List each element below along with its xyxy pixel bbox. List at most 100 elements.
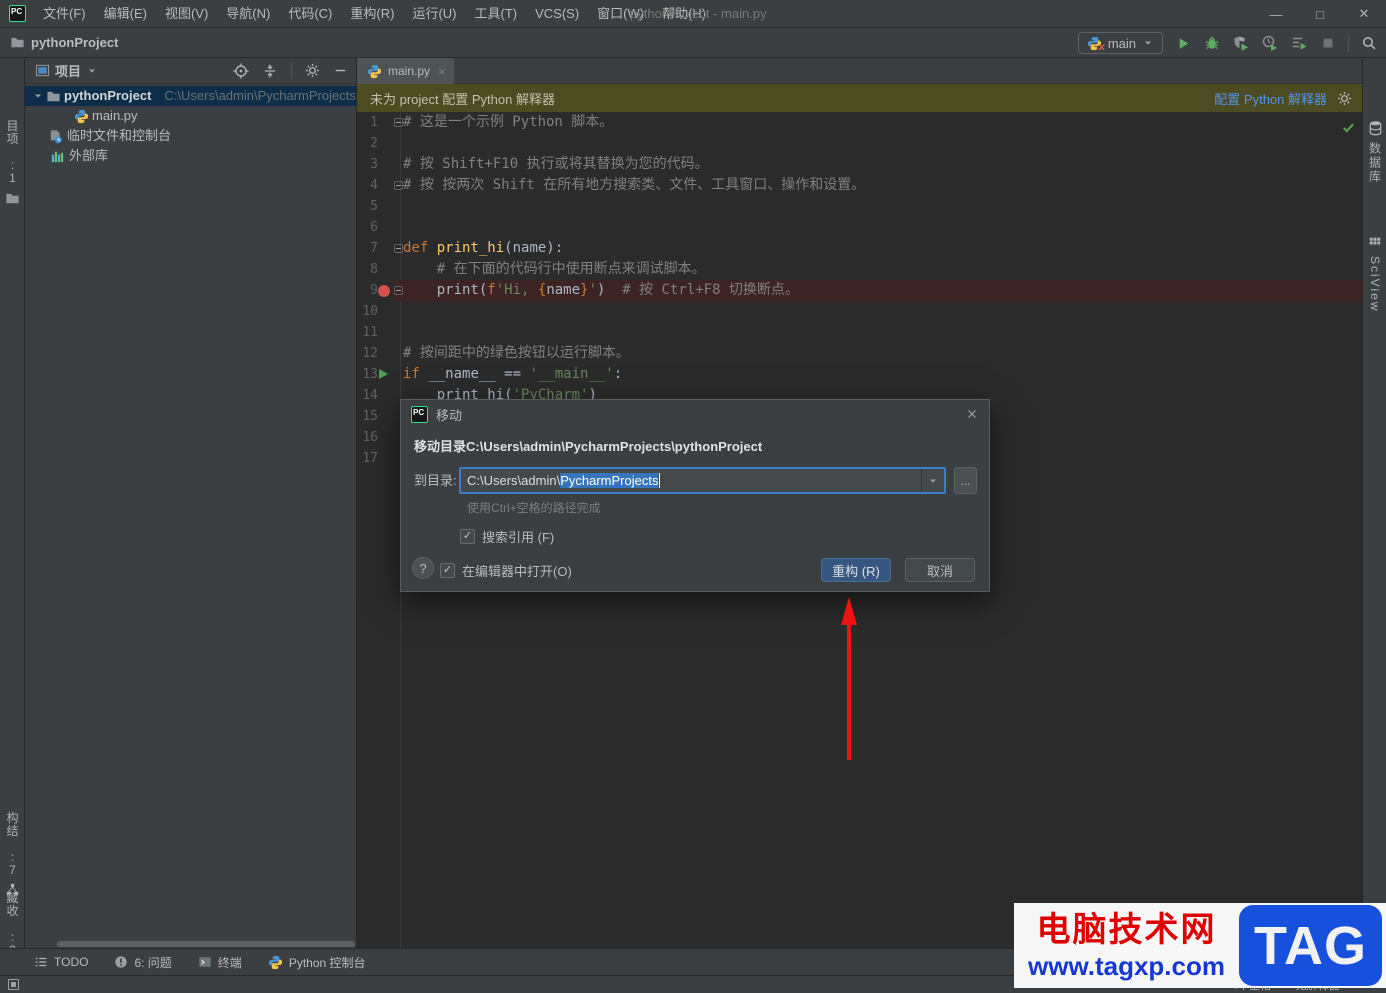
- code-text: # 这是一个示例 Python 脚本。: [403, 112, 613, 133]
- profiler-button[interactable]: [1261, 34, 1279, 52]
- fold-icon[interactable]: [394, 244, 403, 253]
- code-line-6[interactable]: 6: [357, 217, 1362, 238]
- path-selected-text: PycharmProjects: [560, 473, 658, 488]
- menu-item[interactable]: 编辑(E): [95, 0, 156, 28]
- line-number: 13: [357, 364, 378, 385]
- tree-item-label: 临时文件和控制台: [67, 126, 171, 146]
- run-configuration-select[interactable]: ✕ main: [1078, 32, 1163, 54]
- code-line-11[interactable]: 11: [357, 322, 1362, 343]
- minimize-button[interactable]: —: [1254, 0, 1298, 28]
- horizontal-scrollbar[interactable]: [57, 941, 355, 947]
- hide-panel-icon[interactable]: [333, 63, 348, 78]
- menu-item[interactable]: 文件(F): [34, 0, 95, 28]
- close-button[interactable]: ✕: [1342, 0, 1386, 28]
- header-separator: [291, 63, 292, 79]
- run-button[interactable]: [1174, 34, 1192, 52]
- code-text: # 按 按两次 Shift 在所有地方搜索类、文件、工具窗口、操作和设置。: [403, 175, 865, 196]
- chevron-down-icon[interactable]: [32, 86, 44, 106]
- tool-button-Python 控制台[interactable]: Python 控制台: [268, 954, 366, 971]
- debug-button[interactable]: [1203, 34, 1221, 52]
- gear-icon[interactable]: [305, 63, 320, 78]
- tool-button-6: 问题[interactable]: 6: 问题: [114, 954, 171, 971]
- python-icon: [74, 106, 89, 126]
- fold-icon[interactable]: [394, 286, 403, 295]
- fold-icon[interactable]: [394, 181, 403, 190]
- maximize-button[interactable]: □: [1298, 0, 1342, 28]
- code-line-12[interactable]: 12# 按间距中的绿色按钮以运行脚本。: [357, 343, 1362, 364]
- tool-button-sciview[interactable]: SciView: [1363, 236, 1386, 312]
- search-everywhere-icon[interactable]: [1360, 34, 1378, 52]
- project-tree: pythonProjectC:\Users\admin\PycharmProje…: [25, 86, 356, 166]
- combobox-dropdown-arrow[interactable]: [921, 469, 944, 492]
- toggle-stripes-icon[interactable]: [8, 979, 19, 990]
- text-caret: [659, 473, 660, 488]
- line-number: 8: [357, 259, 378, 280]
- run-line-icon[interactable]: [379, 369, 388, 379]
- menu-item[interactable]: 工具(T): [465, 0, 526, 28]
- banner-gear-icon[interactable]: [1337, 91, 1352, 106]
- dialog-close-icon[interactable]: [965, 407, 979, 421]
- code-text: def print_hi(name):: [403, 238, 563, 259]
- help-button[interactable]: ?: [412, 557, 434, 579]
- fold-icon[interactable]: [394, 118, 403, 127]
- code-line-5[interactable]: 5: [357, 196, 1362, 217]
- tool-button-label: 终端: [218, 954, 242, 971]
- tree-item-外部库[interactable]: 外部库: [25, 146, 356, 166]
- menu-item[interactable]: 视图(V): [156, 0, 217, 28]
- tool-button-终端[interactable]: 终端: [198, 954, 242, 971]
- run-with-button[interactable]: [1290, 34, 1308, 52]
- refactor-button[interactable]: 重构 (R): [821, 558, 891, 582]
- code-line-13[interactable]: 13if __name__ == '__main__':: [357, 364, 1362, 385]
- code-line-8[interactable]: 8 # 在下面的代码行中使用断点来调试脚本。: [357, 259, 1362, 280]
- collapse-all-icon[interactable]: [262, 63, 278, 79]
- search-references-checkbox[interactable]: ✓ 搜索引用 (F): [460, 527, 554, 546]
- watermark-url: www.tagxp.com: [1014, 950, 1239, 982]
- tool-button-project[interactable]: 目项 :1: [0, 120, 25, 206]
- line-number: 17: [357, 448, 378, 469]
- tree-item-main.py[interactable]: main.py: [25, 106, 356, 126]
- tree-item-label: 外部库: [69, 146, 108, 166]
- cancel-button[interactable]: 取消: [905, 558, 975, 582]
- checkbox-checked-icon: ✓: [460, 529, 475, 544]
- tool-button-structure[interactable]: 构结 :7: [0, 812, 25, 896]
- code-line-10[interactable]: 10: [357, 301, 1362, 322]
- tree-item-临时文件和控制台[interactable]: 临时文件和控制台: [25, 126, 356, 146]
- configure-interpreter-link[interactable]: 配置 Python 解释器: [1214, 89, 1327, 108]
- coverage-button[interactable]: [1232, 34, 1250, 52]
- menu-item[interactable]: 代码(C): [279, 0, 341, 28]
- left-tool-stripe: 目项 :1 构结 :7 藏收 :2: [0, 58, 25, 948]
- pycharm-window: { "window": { "logo": "PC", "title": "py…: [0, 0, 1386, 993]
- menu-item[interactable]: 导航(N): [217, 0, 279, 28]
- tree-item-pythonProject[interactable]: pythonProjectC:\Users\admin\PycharmProje…: [25, 86, 356, 106]
- code-line-3[interactable]: 3# 按 Shift+F10 执行或将其替换为您的代码。: [357, 154, 1362, 175]
- tab-main-py[interactable]: main.py ×: [357, 58, 454, 84]
- line-number: 12: [357, 343, 378, 364]
- code-line-2[interactable]: 2: [357, 133, 1362, 154]
- path-completion-hint: 使用Ctrl+空格的路径完成: [467, 499, 601, 516]
- tool-button-TODO[interactable]: TODO: [34, 955, 88, 969]
- code-line-7[interactable]: 7def print_hi(name):: [357, 238, 1362, 259]
- browse-button[interactable]: ...: [954, 467, 977, 494]
- pycharm-logo-icon: PC: [411, 406, 428, 423]
- code-line-1[interactable]: 1# 这是一个示例 Python 脚本。: [357, 112, 1362, 133]
- breadcrumb[interactable]: pythonProject: [10, 35, 118, 50]
- line-number: 2: [357, 133, 378, 154]
- project-view-icon: [35, 63, 50, 78]
- locate-file-icon[interactable]: [233, 63, 249, 79]
- code-line-9[interactable]: 9 print(f'Hi, {name}') # 按 Ctrl+F8 切换断点。: [357, 280, 1362, 301]
- tool-button-label: 6: 问题: [134, 954, 171, 971]
- breakpoint-icon[interactable]: [378, 285, 390, 297]
- project-panel-title[interactable]: 项目: [35, 61, 98, 80]
- code-line-4[interactable]: 4# 按 按两次 Shift 在所有地方搜索类、文件、工具窗口、操作和设置。: [357, 175, 1362, 196]
- tool-button-database[interactable]: 数据库: [1363, 120, 1386, 184]
- database-stripe-label: 数据库: [1367, 142, 1384, 184]
- banner-message: 未为 project 配置 Python 解释器: [370, 89, 555, 108]
- target-directory-combobox[interactable]: C:\Users\admin\PycharmProjects: [459, 467, 946, 494]
- title-bar: PC 文件(F)编辑(E)视图(V)导航(N)代码(C)重构(R)运行(U)工具…: [0, 0, 1386, 28]
- menu-item[interactable]: 运行(U): [403, 0, 465, 28]
- stop-button[interactable]: [1319, 34, 1337, 52]
- open-in-editor-checkbox[interactable]: ✓ 在编辑器中打开(O): [440, 561, 572, 580]
- menu-item[interactable]: 重构(R): [341, 0, 403, 28]
- menu-item[interactable]: VCS(S): [526, 0, 588, 28]
- tab-close-icon[interactable]: ×: [438, 64, 446, 79]
